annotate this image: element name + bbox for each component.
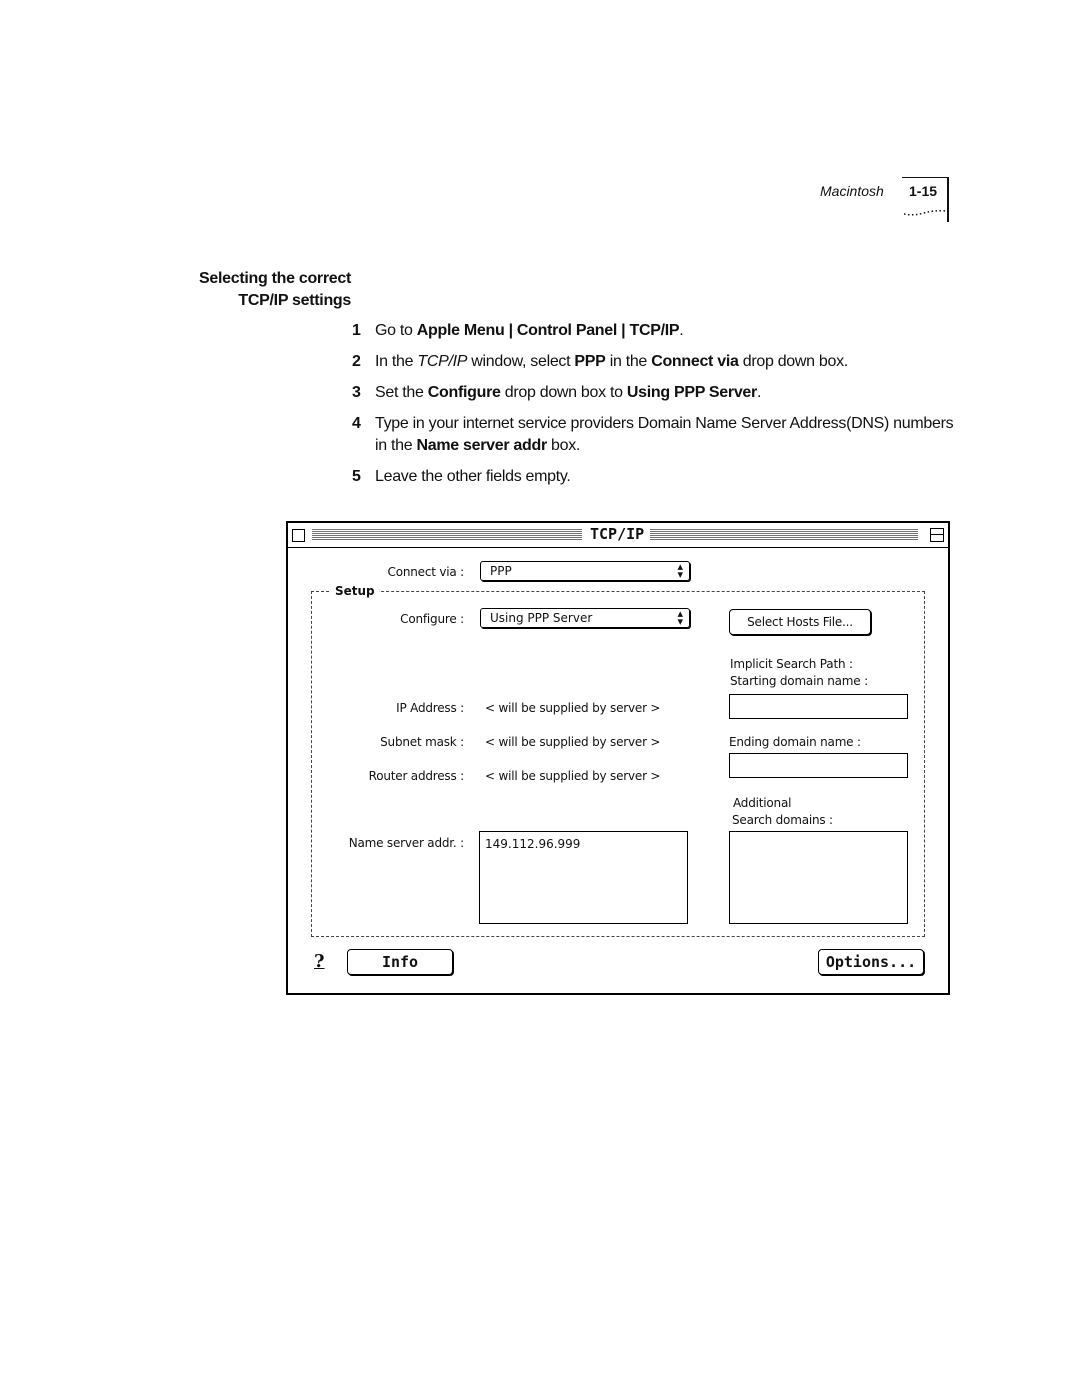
step-text-part: TCP/IP bbox=[417, 353, 468, 370]
name-server-value: 149.112.96.999 bbox=[485, 837, 581, 851]
search-domains-label: Search domains : bbox=[732, 813, 833, 827]
title-stripes-right bbox=[650, 529, 918, 540]
step-item: 2 In the TCP/IP window, select PPP in the… bbox=[352, 351, 962, 373]
zoom-box-icon[interactable] bbox=[930, 528, 944, 542]
configure-label: Configure : bbox=[400, 612, 464, 626]
setup-label: Setup bbox=[331, 584, 379, 598]
step-text-part: box. bbox=[546, 437, 581, 454]
options-button-label: Options... bbox=[825, 953, 917, 971]
step-number: 1 bbox=[352, 322, 361, 339]
select-hosts-file-label: Select Hosts File... bbox=[747, 615, 853, 629]
step-number: 2 bbox=[352, 353, 361, 370]
steps-list: 1 Go to Apple Menu | Control Panel | TCP/… bbox=[352, 320, 962, 497]
tcpip-window: TCP/IP Connect via : PPP ▴ ▾ Setup Config… bbox=[286, 521, 950, 995]
ending-domain-field[interactable] bbox=[729, 753, 908, 778]
select-hosts-file-button[interactable]: Select Hosts File... bbox=[729, 609, 871, 635]
subnet-mask-label: Subnet mask : bbox=[380, 735, 464, 749]
step-item: 1 Go to Apple Menu | Control Panel | TCP/… bbox=[352, 320, 962, 342]
additional-label: Additional bbox=[733, 796, 792, 810]
connect-via-value: PPP bbox=[490, 564, 512, 578]
updown-arrows-icon: ▴ ▾ bbox=[677, 561, 683, 581]
step-number: 4 bbox=[352, 415, 361, 432]
step-number: 3 bbox=[352, 384, 361, 401]
window-title: TCP/IP bbox=[584, 525, 651, 543]
ip-address-label: IP Address : bbox=[396, 701, 464, 715]
search-domains-value bbox=[730, 832, 907, 837]
step-text-part: . bbox=[679, 322, 684, 339]
router-address-label: Router address : bbox=[368, 769, 465, 783]
step-item: 4 Type in your internet service providers… bbox=[352, 413, 962, 457]
step-item: 5 Leave the other fields empty. bbox=[352, 466, 962, 488]
info-button-label: Info bbox=[381, 953, 419, 971]
step-text-part: Configure bbox=[427, 384, 501, 401]
step-text-part: Apple Menu | Control Panel | TCP/IP bbox=[416, 322, 680, 339]
step-text-part: Name server addr bbox=[416, 437, 548, 454]
configure-value: Using PPP Server bbox=[490, 611, 593, 625]
step-text: Leave the other fields empty. bbox=[375, 466, 571, 488]
starting-domain-value bbox=[730, 695, 907, 700]
section-title: Selecting the correct TCP/IP settings bbox=[199, 268, 351, 312]
step-item: 3 Set the Configure drop down box to Usin… bbox=[352, 382, 962, 404]
dotted-curve-icon bbox=[903, 210, 946, 216]
step-number: 5 bbox=[352, 468, 361, 485]
implicit-search-label: Implicit Search Path : bbox=[730, 657, 853, 671]
subnet-mask-value: < will be supplied by server > bbox=[485, 735, 661, 749]
step-text-part: Connect via bbox=[651, 353, 739, 370]
ending-domain-value bbox=[730, 754, 907, 759]
step-text: Type in your internet service providers … bbox=[375, 413, 962, 457]
step-text-part: In the bbox=[375, 353, 418, 370]
step-text-part: in the bbox=[605, 353, 652, 370]
ip-address-value: < will be supplied by server > bbox=[485, 701, 661, 715]
name-server-field[interactable]: 149.112.96.999 bbox=[479, 831, 688, 924]
step-text: Set the Configure drop down box to Using… bbox=[375, 382, 761, 404]
step-text-part: Leave the other fields empty. bbox=[375, 468, 571, 485]
step-text-part: PPP bbox=[574, 353, 606, 370]
section-title-line1: Selecting the correct bbox=[199, 270, 351, 287]
starting-domain-field[interactable] bbox=[729, 694, 908, 719]
close-box-icon[interactable] bbox=[292, 529, 305, 542]
step-text-part: Using PPP Server bbox=[626, 384, 757, 401]
title-stripes-left bbox=[312, 529, 582, 540]
ending-domain-label: Ending domain name : bbox=[729, 735, 861, 749]
updown-arrows-icon: ▴ ▾ bbox=[677, 608, 683, 628]
options-button[interactable]: Options... bbox=[818, 949, 924, 975]
info-button[interactable]: Info bbox=[347, 949, 453, 975]
step-text-part: . bbox=[756, 384, 762, 401]
connect-via-label: Connect via : bbox=[387, 565, 465, 579]
name-server-label: Name server addr. : bbox=[348, 836, 465, 850]
step-text: Go to Apple Menu | Control Panel | TCP/I… bbox=[375, 320, 684, 342]
step-text-part: drop down box to bbox=[500, 384, 627, 401]
step-text-part: drop down box. bbox=[738, 353, 849, 370]
header-section-name: Macintosh bbox=[820, 183, 884, 199]
page-number: 1-15 bbox=[909, 183, 938, 199]
search-domains-field[interactable] bbox=[729, 831, 908, 924]
help-icon[interactable]: ? bbox=[314, 951, 325, 972]
step-text-part: Go to bbox=[375, 322, 417, 339]
section-title-line2: TCP/IP settings bbox=[238, 292, 351, 309]
title-bar[interactable]: TCP/IP bbox=[288, 523, 948, 548]
header-rule bbox=[902, 177, 948, 178]
configure-select[interactable]: Using PPP Server ▴ ▾ bbox=[480, 608, 690, 628]
connect-via-select[interactable]: PPP ▴ ▾ bbox=[480, 561, 690, 581]
step-text-part: window, select bbox=[467, 353, 575, 370]
starting-domain-label: Starting domain name : bbox=[730, 674, 868, 688]
router-address-value: < will be supplied by server > bbox=[485, 769, 661, 783]
step-text-part: Set the bbox=[375, 384, 428, 401]
step-text: In the TCP/IP window, select PPP in the … bbox=[375, 351, 848, 373]
header-vertical-rule bbox=[947, 177, 949, 222]
